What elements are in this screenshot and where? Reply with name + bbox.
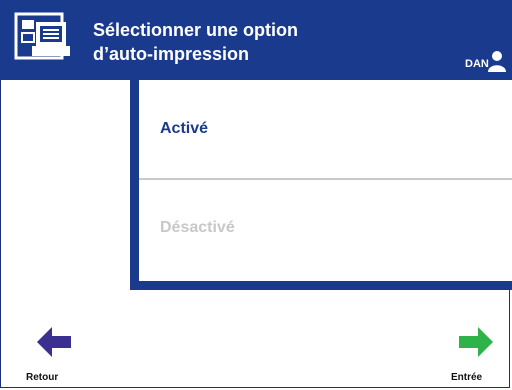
arrow-left-icon bbox=[37, 327, 71, 357]
user-icon bbox=[488, 51, 506, 72]
back-button[interactable]: Retour bbox=[26, 320, 86, 386]
header-bar: Sélectionner une option d’auto-impressio… bbox=[0, 0, 512, 80]
page-title-line1: Sélectionner une option bbox=[93, 20, 299, 40]
option-inactive[interactable]: Désactivé bbox=[139, 180, 512, 281]
page-title-line2: d’auto-impression bbox=[93, 44, 250, 64]
enter-label: Entrée bbox=[451, 372, 483, 383]
enter-button[interactable]: Entrée bbox=[448, 320, 508, 386]
back-label: Retour bbox=[26, 372, 59, 383]
print-settings-icon bbox=[14, 12, 70, 60]
option-active[interactable]: Activé bbox=[139, 80, 512, 178]
arrow-right-icon bbox=[459, 327, 493, 357]
page-title: Sélectionner une option d’auto-impressio… bbox=[93, 18, 298, 66]
option-active-label: Activé bbox=[160, 120, 209, 137]
user-name-label: DAN bbox=[465, 58, 489, 70]
option-inactive-label: Désactivé bbox=[160, 219, 235, 236]
